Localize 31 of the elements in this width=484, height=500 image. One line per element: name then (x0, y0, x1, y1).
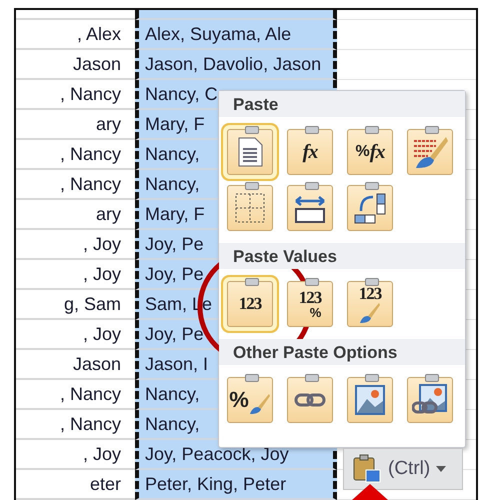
section-header: Other Paste Options (219, 339, 465, 365)
paste-option-button[interactable]: % (227, 377, 273, 423)
linked-picture-icon (412, 384, 448, 416)
chain-link-icon (294, 392, 326, 408)
caret-icon (436, 466, 446, 472)
document-icon (237, 137, 263, 167)
paste-option-button[interactable]: fx (287, 129, 333, 175)
brush-icon (359, 302, 382, 324)
paste-option-button[interactable]: %fx (347, 129, 393, 175)
paste-option-button[interactable] (227, 185, 273, 231)
brush-icon (248, 393, 271, 415)
transpose-icon (353, 191, 387, 225)
dotted-grid-icon (234, 192, 266, 224)
paste-option-button[interactable] (347, 377, 393, 423)
table-cell: Peter, King, Peter (135, 470, 337, 500)
clipboard-icon (352, 454, 382, 484)
landscape-picture-icon (355, 385, 385, 415)
table-cell: Jason, Davolio, Jason (135, 50, 337, 80)
brush-on-text-icon (412, 135, 448, 169)
paste-option-button[interactable] (407, 377, 453, 423)
paste-option-button[interactable] (347, 185, 393, 231)
section-header: Paste Values (219, 243, 465, 269)
paste-options-button[interactable]: (Ctrl) (343, 448, 463, 490)
paste-option-button[interactable] (287, 185, 333, 231)
paste-option-button[interactable]: 123 (347, 281, 393, 327)
paste-option-button[interactable]: 123 % (287, 281, 333, 327)
paste-option-button[interactable] (407, 129, 453, 175)
arrow-annotation (352, 484, 388, 500)
section-header: Paste (219, 91, 465, 117)
paste-option-button[interactable] (287, 377, 333, 423)
table-cell: Alex, Suyama, Ale (135, 20, 337, 50)
